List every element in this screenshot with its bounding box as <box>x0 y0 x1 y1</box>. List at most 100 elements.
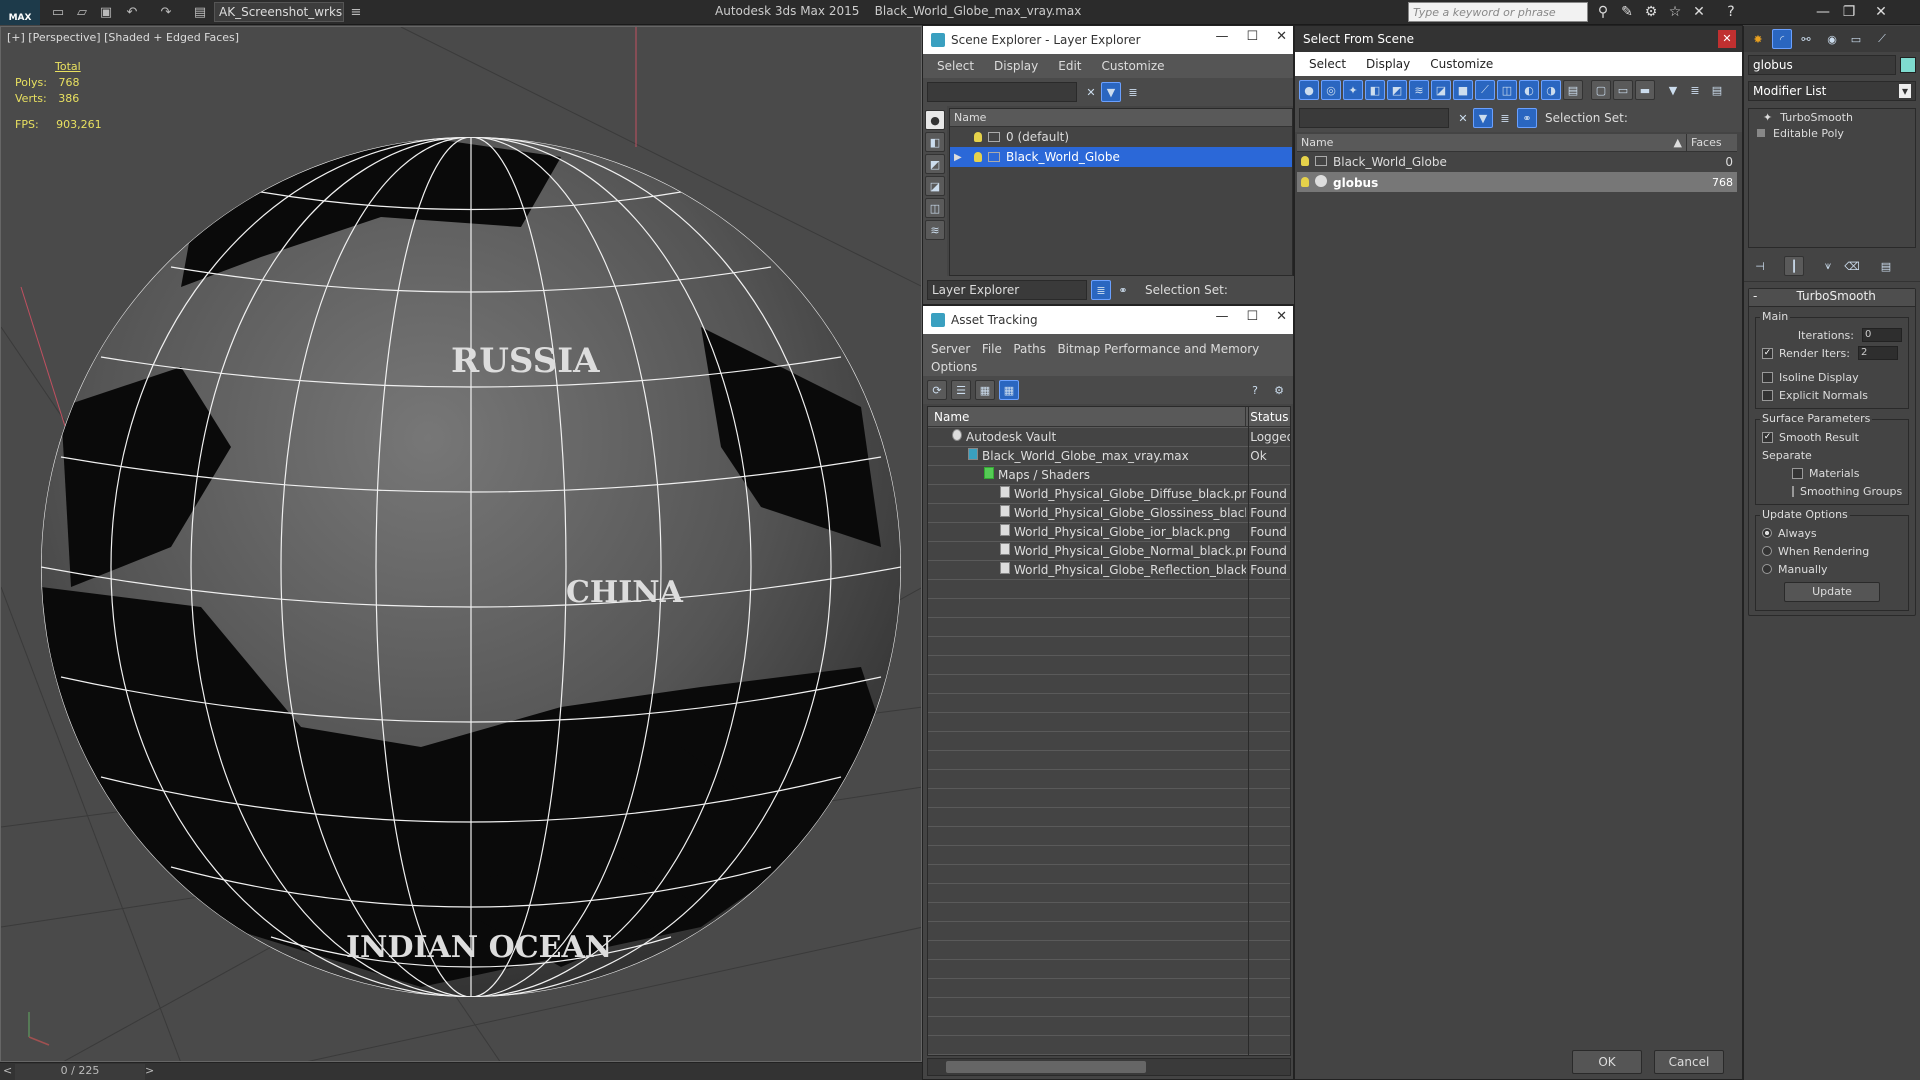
show-end-result-icon[interactable]: ┃ <box>1784 256 1804 276</box>
display-bones-icon[interactable]: ⟋ <box>1475 80 1495 100</box>
save-icon[interactable]: ▣ <box>96 2 116 22</box>
display-geometry-icon[interactable]: ● <box>1299 80 1319 100</box>
maximize-icon[interactable]: ☐ <box>1246 29 1258 44</box>
column-name[interactable]: Name ▲ <box>1297 134 1687 151</box>
perspective-viewport[interactable]: RUSSIA CHINA INDIAN OCEAN [+] [Perspecti… <box>0 26 922 1062</box>
filter-icon[interactable]: ▼ <box>1101 82 1121 102</box>
stack-item-turbosmooth[interactable]: ✦ TurboSmooth <box>1749 109 1915 125</box>
asset-tracking-titlebar[interactable]: Asset Tracking — ☐ ✕ <box>923 306 1293 334</box>
scrollbar-thumb[interactable] <box>946 1061 1146 1073</box>
help-icon[interactable]: ? <box>1245 380 1265 400</box>
make-unique-icon[interactable]: ⩛ <box>1818 256 1838 276</box>
display-objects-icon[interactable]: ● <box>925 110 945 130</box>
lightbulb-icon[interactable]: ✦ <box>1763 111 1772 124</box>
expand-arrow-icon[interactable]: ▶ <box>954 152 974 163</box>
sort-icon[interactable]: ≣ <box>1685 80 1705 100</box>
utilities-tab-icon[interactable]: ⟋ <box>1872 29 1892 49</box>
object-row[interactable]: Black_World_Globe 0 <box>1297 152 1737 172</box>
render-iters-checkbox[interactable]: ✓ <box>1762 347 1773 359</box>
menu-display[interactable]: Display <box>994 59 1038 73</box>
select-none-icon[interactable]: ▭ <box>1613 80 1633 100</box>
display-frozen-icon[interactable]: ◐ <box>1519 80 1539 100</box>
menu-paths[interactable]: Paths <box>1013 342 1046 356</box>
tools-icon[interactable]: ✎ <box>1616 2 1638 22</box>
table-row[interactable]: Maps / Shaders <box>928 465 1290 484</box>
display-helpers-icon[interactable]: ≋ <box>925 220 945 240</box>
display-shapes-icon[interactable]: ◎ <box>1321 80 1341 100</box>
restore-icon[interactable]: ❐ <box>1838 2 1860 22</box>
options-icon[interactable]: ▤ <box>1707 80 1727 100</box>
menu-select[interactable]: Select <box>1309 57 1346 71</box>
lightbulb-icon[interactable] <box>974 152 982 162</box>
display-tab-icon[interactable]: ▭ <box>1846 29 1866 49</box>
workspace-dropdown[interactable]: AK_Screenshot_wrksp <box>214 2 344 22</box>
column-faces[interactable]: Faces <box>1687 134 1737 151</box>
table-row[interactable]: Autodesk Vault Logged <box>928 427 1290 446</box>
layers-icon[interactable]: ≣ <box>1123 82 1143 102</box>
menu-display[interactable]: Display <box>1366 57 1410 71</box>
hierarchy-icon[interactable]: ⚭ <box>1113 280 1133 300</box>
lightbulb-icon[interactable] <box>974 132 982 142</box>
layers-icon[interactable]: ≣ <box>1495 108 1515 128</box>
scene-explorer-titlebar[interactable]: Scene Explorer - Layer Explorer — ☐ ✕ <box>923 26 1293 54</box>
display-cameras-icon[interactable]: ◧ <box>1365 80 1385 100</box>
filter-icon[interactable]: ▼ <box>1663 80 1683 100</box>
column-name[interactable]: Name <box>928 407 1247 426</box>
table-row[interactable]: World_Physical_Globe_Glossiness_black.p.… <box>928 503 1290 522</box>
display-cameras-icon[interactable]: ◫ <box>925 198 945 218</box>
menu-edit[interactable]: Edit <box>1058 59 1081 73</box>
display-helpers-icon[interactable]: ◩ <box>1387 80 1407 100</box>
clear-icon[interactable]: ✕ <box>1453 108 1473 128</box>
select-invert-icon[interactable]: ▬ <box>1635 80 1655 100</box>
isoline-checkbox[interactable] <box>1762 371 1773 383</box>
hierarchy-tab-icon[interactable]: ⚯ <box>1796 29 1816 49</box>
layer-row[interactable]: ▶ Black_World_Globe <box>950 147 1292 167</box>
table-row[interactable]: World_Physical_Globe_Diffuse_black.png Fo… <box>928 484 1290 503</box>
object-name-field[interactable]: globus <box>1748 55 1896 75</box>
settings-icon[interactable]: ⚙ <box>1269 380 1289 400</box>
next-frame-button[interactable]: > <box>145 1064 154 1077</box>
materials-checkbox[interactable] <box>1792 467 1803 479</box>
menu-file[interactable]: File <box>982 342 1002 356</box>
new-file-icon[interactable]: ▭ <box>48 2 68 22</box>
workspace-menu-icon[interactable]: ≡ <box>346 2 366 22</box>
list-view-icon[interactable]: ☰ <box>951 380 971 400</box>
display-xrefs-icon[interactable]: ■ <box>1453 80 1473 100</box>
menu-customize[interactable]: Customize <box>1102 59 1165 73</box>
pin-stack-icon[interactable]: ⊣ <box>1750 256 1770 276</box>
menu-customize[interactable]: Customize <box>1430 57 1493 71</box>
search-input[interactable]: Type a keyword or phrase <box>1408 2 1588 22</box>
object-color-swatch[interactable] <box>1900 57 1916 73</box>
remove-modifier-icon[interactable]: ⌫ <box>1842 256 1862 276</box>
always-radio[interactable] <box>1762 528 1772 538</box>
table-row[interactable]: World_Physical_Globe_Normal_black.png Fou… <box>928 541 1290 560</box>
render-iters-spinner[interactable]: 2 <box>1857 346 1898 360</box>
time-slider[interactable]: 0 / 225 <box>15 1064 145 1080</box>
find-input[interactable] <box>927 82 1077 102</box>
clear-icon[interactable]: ✕ <box>1081 82 1101 102</box>
find-input[interactable] <box>1299 108 1449 128</box>
filter-icon[interactable]: ▼ <box>1473 108 1493 128</box>
redo-icon[interactable]: ↷ <box>156 2 176 22</box>
rollout-header[interactable]: - TurboSmooth <box>1749 289 1915 307</box>
star-icon[interactable]: ☆ <box>1664 2 1686 22</box>
menu-bitmap[interactable]: Bitmap Performance and Memory <box>1057 342 1259 356</box>
table-row[interactable]: World_Physical_Globe_ior_black.png Found <box>928 522 1290 541</box>
cancel-button[interactable]: Cancel <box>1654 1050 1724 1074</box>
close-search-icon[interactable]: ✕ <box>1688 2 1710 22</box>
close-icon[interactable]: ✕ <box>1276 29 1287 44</box>
modifier-list-dropdown[interactable]: Modifier List ▾ <box>1748 81 1916 101</box>
display-lights-icon[interactable]: ◪ <box>925 176 945 196</box>
table-row[interactable]: Black_World_Globe_max_vray.max Ok <box>928 446 1290 465</box>
create-tab-icon[interactable]: ✸ <box>1748 29 1768 49</box>
project-folder-icon[interactable]: ▤ <box>190 2 210 22</box>
configure-sets-icon[interactable]: ▤ <box>1876 256 1896 276</box>
explorer-type-dropdown[interactable]: Layer Explorer <box>927 280 1087 300</box>
table-row[interactable]: World_Physical_Globe_Reflection_black.pn… <box>928 560 1290 579</box>
modify-tab-icon[interactable]: ◜ <box>1772 29 1792 49</box>
chevron-down-icon[interactable]: ▾ <box>1898 84 1911 98</box>
lightbulb-icon[interactable] <box>1301 176 1309 187</box>
layer-row[interactable]: 0 (default) <box>950 127 1292 147</box>
display-shapes-icon[interactable]: ◩ <box>925 154 945 174</box>
close-icon[interactable]: ✕ <box>1276 309 1287 324</box>
